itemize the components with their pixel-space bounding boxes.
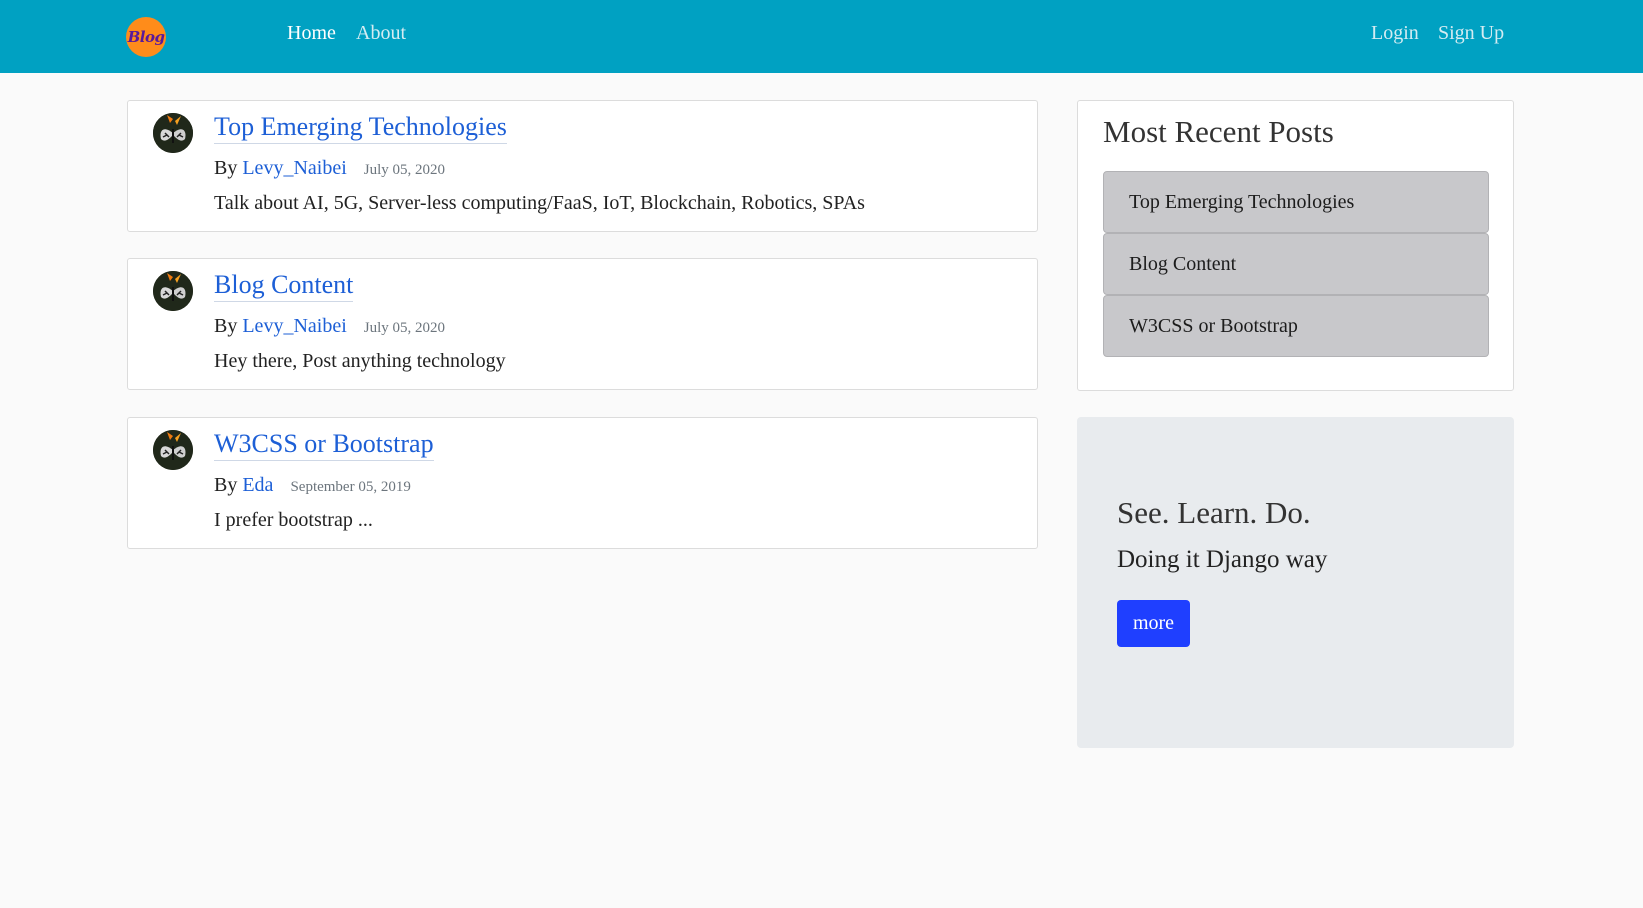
promo-subtitle: Doing it Django way xyxy=(1117,546,1328,573)
post-byline: By Levy_Naibei July 05, 2020 xyxy=(214,315,445,338)
post-title-link[interactable]: W3CSS or Bootstrap xyxy=(214,428,434,461)
post-excerpt: Talk about AI, 5G, Server-less computing… xyxy=(214,192,865,214)
signup-link[interactable]: Sign Up xyxy=(1438,22,1504,45)
post-title-link[interactable]: Blog Content xyxy=(214,269,354,302)
post-date: July 05, 2020 xyxy=(363,162,446,178)
post-card: Blog Content By Levy_Naibei July 05, 202… xyxy=(127,258,1038,390)
author-link[interactable]: Eda xyxy=(242,474,273,496)
author-link[interactable]: Levy_Naibei xyxy=(242,157,346,179)
post-date: September 05, 2019 xyxy=(290,479,411,495)
recent-post-item[interactable]: Blog Content xyxy=(1103,233,1489,295)
by-label: By xyxy=(214,474,238,496)
nav-home-link[interactable]: Home xyxy=(287,22,336,45)
butterfly-icon xyxy=(153,430,193,470)
by-label: By xyxy=(214,315,238,337)
post-card: W3CSS or Bootstrap By Eda September 05, … xyxy=(127,417,1038,549)
post-title-link[interactable]: Top Emerging Technologies xyxy=(214,111,507,144)
post-byline: By Eda September 05, 2019 xyxy=(214,474,411,497)
post-card: Top Emerging Technologies By Levy_Naibei… xyxy=(127,100,1038,232)
promo-panel: See. Learn. Do. Doing it Django way more xyxy=(1077,417,1514,748)
post-date: July 05, 2020 xyxy=(363,320,446,336)
recent-post-item[interactable]: Top Emerging Technologies xyxy=(1103,171,1489,233)
promo-title: See. Learn. Do. xyxy=(1117,495,1311,530)
author-avatar xyxy=(153,271,193,311)
nav-about-link[interactable]: About xyxy=(356,22,406,45)
post-excerpt: Hey there, Post anything technology xyxy=(214,350,506,372)
author-avatar xyxy=(153,113,193,153)
navbar: Blog Home About Login Sign Up xyxy=(0,0,1643,73)
by-label: By xyxy=(214,157,238,179)
author-avatar xyxy=(153,430,193,470)
butterfly-icon xyxy=(153,271,193,311)
butterfly-icon xyxy=(153,113,193,153)
login-link[interactable]: Login xyxy=(1371,22,1419,45)
recent-post-item[interactable]: W3CSS or Bootstrap xyxy=(1103,295,1489,357)
post-byline: By Levy_Naibei July 05, 2020 xyxy=(214,157,445,180)
more-button[interactable]: more xyxy=(1117,600,1190,647)
recent-posts-list: Top Emerging Technologies Blog Content W… xyxy=(1103,171,1489,357)
author-link[interactable]: Levy_Naibei xyxy=(242,315,346,337)
recent-posts-panel: Most Recent Posts Top Emerging Technolog… xyxy=(1077,100,1514,391)
post-excerpt: I prefer bootstrap ... xyxy=(214,509,373,531)
recent-posts-title: Most Recent Posts xyxy=(1103,114,1334,149)
blog-logo[interactable]: Blog xyxy=(126,17,166,57)
